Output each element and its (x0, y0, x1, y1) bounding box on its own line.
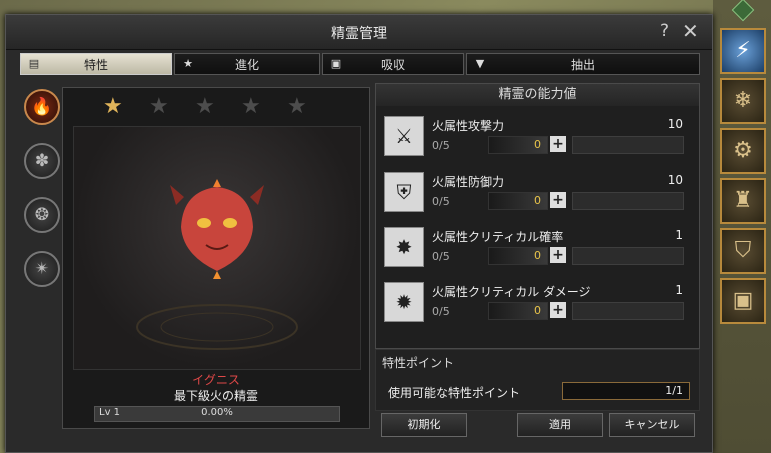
stat-add-value: 0 (534, 138, 541, 151)
stat-add-value: 0 (534, 194, 541, 207)
stat-add-value: 0 (534, 304, 541, 317)
wind-element-icon[interactable]: ❂ (24, 197, 60, 233)
stat-points: 0/5 (432, 250, 450, 263)
help-icon[interactable]: ? (660, 21, 669, 41)
star-filled-icon: ★ (103, 94, 123, 119)
menu-spirit-icon[interactable]: ❄ (720, 78, 766, 124)
stat-name: 火属性クリティカル ダメージ (432, 285, 591, 299)
stat-slot (572, 302, 684, 320)
cancel-button[interactable]: キャンセル (609, 413, 695, 437)
tab-label: 特性 (83, 58, 108, 72)
spirit-stage: ★ ★ ★ ★ ★ イグニス 最下級火の精霊 Lv 1 0.00% (62, 87, 370, 429)
ability-panel-title: 精霊の能力値 (376, 84, 699, 106)
plus-button[interactable]: + (550, 192, 566, 208)
stat-name: 火属性防御力 (432, 175, 505, 189)
trait-points-value: 1/1 (665, 384, 683, 397)
tab-bar: ▤ 特性 ★ 進化 ▣ 吸収 ▼ 抽出 (20, 53, 702, 75)
spirit-portrait (73, 126, 361, 370)
plus-button[interactable]: + (550, 136, 566, 152)
trait-points-section: 特性ポイント 使用可能な特性ポイント 1/1 (375, 349, 700, 411)
stat-row: ⚔ 火属性攻撃力 10 0/5 0 + (384, 116, 691, 162)
earth-element-icon[interactable]: ✴ (24, 251, 60, 287)
spirit-management-window: 精霊管理 ? ✕ ▤ 特性 ★ 進化 ▣ 吸収 ▼ 抽出 🔥 ✽ ❂ ✴ ★ ★… (5, 14, 713, 453)
stat-name: 火属性攻撃力 (432, 119, 505, 133)
star-empty-icon: ★ (241, 94, 261, 119)
shield-icon: ⛨ (384, 172, 424, 212)
apply-button[interactable]: 適用 (517, 413, 603, 437)
spirit-name: イグニス (192, 373, 240, 387)
stat-slot (572, 192, 684, 210)
fire-spirit-icon (136, 179, 298, 350)
dice-burst-icon: ✸ (384, 227, 424, 267)
menu-chest-icon[interactable]: ▣ (720, 278, 766, 324)
stat-add-field: 0 (488, 136, 548, 154)
exp-bar: Lv 1 0.00% (94, 406, 340, 422)
fire-element-icon[interactable]: 🔥 (24, 89, 60, 125)
stat-value: 10 (667, 173, 683, 187)
water-element-icon[interactable]: ✽ (24, 143, 60, 179)
stat-add-field: 0 (488, 247, 548, 265)
right-menu-bar: ⚡ ❄ ⚙ ♜ ⛉ ▣ (713, 0, 771, 453)
tab-label: 吸収 (380, 58, 405, 72)
exp-percent: 0.00% (201, 407, 233, 418)
star-empty-icon: ★ (149, 94, 169, 119)
collapse-toggle-icon[interactable] (731, 0, 755, 22)
burst-icon: ✹ (384, 282, 424, 322)
star-empty-icon: ★ (195, 94, 215, 119)
tab-absorb[interactable]: ▣ 吸収 (322, 53, 464, 75)
trait-label: 使用可能な特性ポイント (388, 386, 521, 400)
reset-button[interactable]: 初期化 (381, 413, 467, 437)
stat-row: ✸ 火属性クリティカル確率 1 0/5 0 + (384, 227, 691, 273)
trait-points-field: 1/1 (562, 382, 690, 400)
close-icon[interactable]: ✕ (682, 19, 699, 43)
plus-button[interactable]: + (550, 302, 566, 318)
stat-value: 1 (675, 283, 683, 297)
title-bar[interactable]: 精霊管理 ? ✕ (6, 15, 712, 50)
tab-label: 進化 (234, 58, 259, 72)
star-rating: ★ ★ ★ ★ ★ (103, 94, 343, 119)
window-title: 精霊管理 (331, 26, 387, 42)
star-empty-icon: ★ (287, 94, 307, 119)
stat-value: 1 (675, 228, 683, 242)
menu-guild-icon[interactable]: ♜ (720, 178, 766, 224)
stat-row: ⛨ 火属性防御力 10 0/5 0 + (384, 172, 691, 218)
crossed-swords-icon: ⚔ (384, 116, 424, 156)
stat-points: 0/5 (432, 195, 450, 208)
tab-label: 抽出 (570, 58, 595, 72)
menu-clock-icon[interactable]: ⚙ (720, 128, 766, 174)
stat-add-field: 0 (488, 302, 548, 320)
spirit-description: 最下級火の精霊 (173, 389, 258, 403)
plus-button[interactable]: + (550, 247, 566, 263)
stat-row: ✹ 火属性クリティカル ダメージ 1 0/5 0 + (384, 282, 691, 328)
menu-skill-icon[interactable]: ⚡ (720, 28, 766, 74)
element-selector: 🔥 ✽ ❂ ✴ (20, 83, 60, 303)
stat-slot (572, 247, 684, 265)
ability-panel: 精霊の能力値 ⚔ 火属性攻撃力 10 0/5 0 + ⛨ 火属性防御力 10 0… (375, 83, 700, 349)
trait-header: 特性ポイント (382, 356, 455, 370)
stat-add-value: 0 (534, 249, 541, 262)
tab-traits[interactable]: ▤ 特性 (20, 53, 172, 75)
tab-extract[interactable]: ▼ 抽出 (466, 53, 700, 75)
stat-name: 火属性クリティカル確率 (432, 230, 564, 244)
stat-slot (572, 136, 684, 154)
tab-evolution[interactable]: ★ 進化 (174, 53, 320, 75)
stat-points: 0/5 (432, 139, 450, 152)
menu-shield-icon[interactable]: ⛉ (720, 228, 766, 274)
stat-value: 10 (667, 117, 683, 131)
stat-points: 0/5 (432, 305, 450, 318)
stat-add-field: 0 (488, 192, 548, 210)
